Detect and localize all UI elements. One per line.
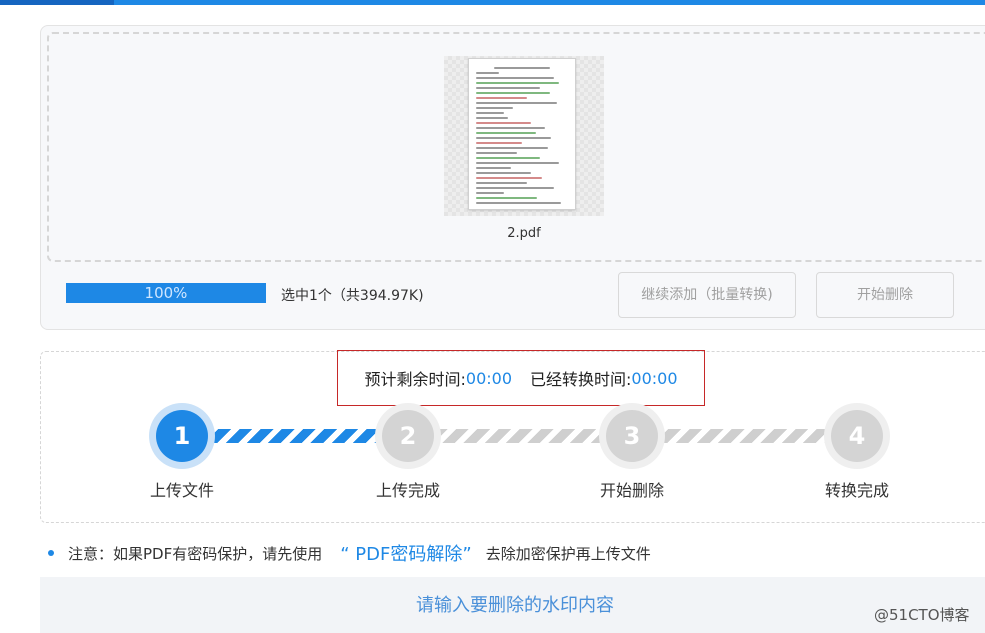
continue-add-button[interactable]: 继续添加（批量转换) (618, 272, 796, 318)
upload-progress-bar: 100% (66, 283, 266, 303)
watermark-text-input[interactable] (40, 577, 985, 633)
file-thumbnail[interactable] (444, 56, 604, 216)
elapsed-time-label: 已经转换时间: (530, 370, 632, 389)
bullet-dot-icon (48, 550, 54, 556)
step-3-label: 开始删除 (599, 481, 664, 500)
notice-prefix: 注意：如果PDF有密码保护，请先使用 (68, 544, 323, 563)
step-1-label: 上传文件 (149, 481, 214, 500)
remaining-time-value: 00:00 (465, 368, 512, 388)
remaining-time-label: 预计剩余时间: (364, 370, 466, 389)
notice-suffix: 去除加密保护再上传文件 (485, 544, 651, 563)
top-bar (0, 0, 985, 5)
steps-panel: 预计剩余时间: 00:00 已经转换时间: 00:00 1 上传文件 2 上传完… (40, 350, 985, 523)
step-2-number: 2 (382, 410, 434, 462)
file-dropzone[interactable]: 2.pdf (47, 32, 985, 262)
elapsed-time-value: 00:00 (631, 368, 678, 388)
step-4-label: 转换完成 (824, 481, 889, 500)
timer-box: 预计剩余时间: 00:00 已经转换时间: 00:00 (337, 350, 705, 406)
upload-panel: 2.pdf 100% 选中1个（共394.97K) 继续添加（批量转换) 开始删… (40, 25, 985, 330)
start-delete-button[interactable]: 开始删除 (816, 272, 954, 318)
top-bar-accent (0, 0, 114, 5)
step-2-label: 上传完成 (375, 481, 440, 500)
step-4-number: 4 (831, 410, 883, 462)
pdf-page-preview (468, 58, 576, 210)
password-notice: 注意：如果PDF有密码保护，请先使用 “ PDF密码解除” 去除加密保护再上传文… (48, 540, 651, 566)
step-1-circle: 1 (149, 403, 215, 469)
step-3-circle: 3 (599, 403, 665, 469)
step-3-number: 3 (606, 410, 658, 462)
step-1-number: 1 (156, 410, 208, 462)
file-name: 2.pdf (507, 226, 541, 241)
selection-info: 选中1个（共394.97K) (281, 288, 424, 304)
step-2-circle: 2 (375, 403, 441, 469)
step-4-circle: 4 (824, 403, 890, 469)
pdf-unlock-link[interactable]: “ PDF密码解除” (340, 540, 471, 566)
site-watermark: @51CTO博客 (874, 606, 970, 624)
